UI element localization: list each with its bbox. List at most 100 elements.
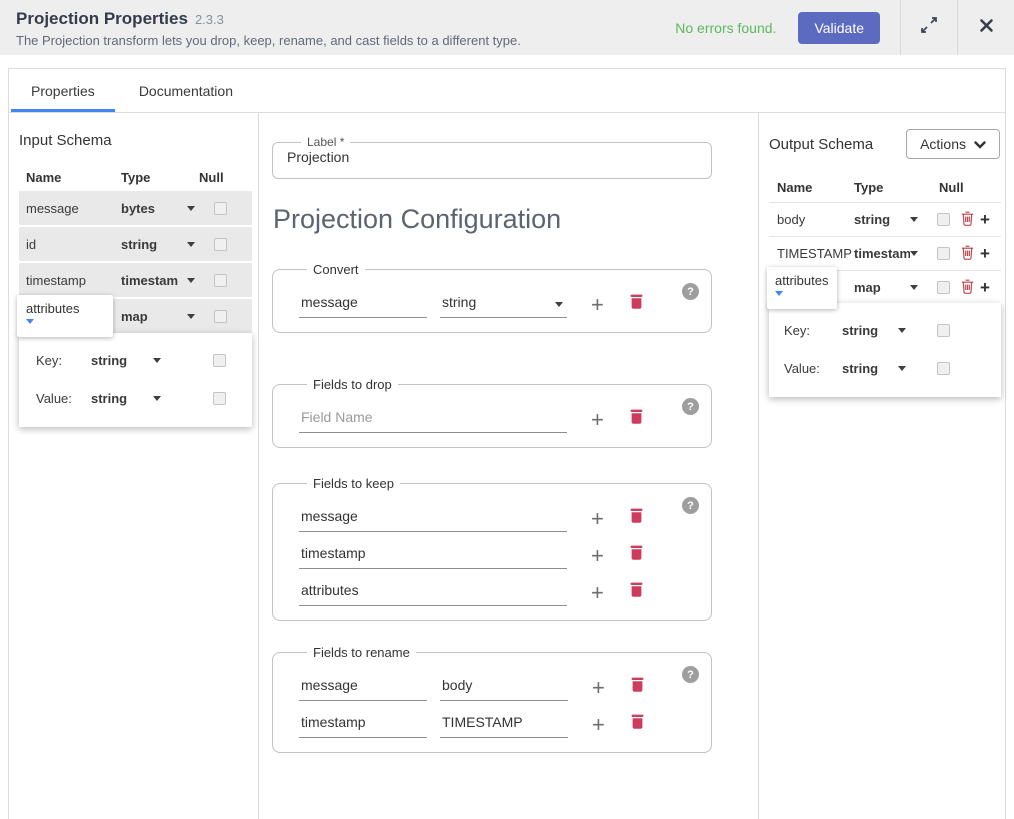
chevron-down-icon[interactable]	[910, 285, 918, 290]
tab-documentation[interactable]: Documentation	[117, 69, 255, 112]
table-row: id string	[19, 227, 252, 261]
delete-row-button[interactable]	[631, 676, 644, 695]
trash-icon	[630, 511, 643, 526]
nullable-checkbox[interactable]	[937, 281, 950, 294]
add-row-button[interactable]: +	[592, 680, 605, 696]
add-field-button[interactable]: +	[980, 213, 990, 227]
keep-field-input[interactable]	[299, 582, 567, 606]
field-name: id	[19, 237, 121, 252]
help-icon[interactable]: ?	[682, 283, 699, 300]
delete-row-button[interactable]	[630, 544, 643, 563]
rename-to-input[interactable]	[440, 714, 568, 738]
keep-field-input[interactable]	[299, 545, 567, 569]
configuration-heading: Projection Configuration	[273, 204, 745, 235]
add-row-button[interactable]: +	[591, 548, 604, 564]
nullable-checkbox[interactable]	[937, 213, 950, 226]
field-name-input[interactable]: body	[769, 212, 854, 227]
output-schema-title: Output Schema	[769, 136, 873, 153]
close-icon	[979, 18, 994, 38]
chevron-down-icon[interactable]	[153, 358, 161, 363]
value-type-select[interactable]: string	[842, 361, 898, 376]
chevron-down-icon[interactable]	[910, 251, 918, 256]
field-name-popover[interactable]: attributes	[767, 267, 837, 309]
type-select[interactable]: string	[854, 212, 910, 227]
input-schema-panel: Input Schema Name Type Null message byte…	[9, 113, 259, 819]
add-row-button[interactable]: +	[591, 585, 604, 601]
chevron-down-icon	[187, 206, 195, 211]
expand-button[interactable]	[900, 0, 957, 55]
type-select[interactable]: timestamp	[121, 273, 199, 288]
table-row: message bytes	[19, 191, 252, 225]
type-select[interactable]: timestamp	[854, 246, 910, 261]
delete-row-button[interactable]	[630, 293, 643, 312]
type-select[interactable]: map	[854, 280, 910, 295]
value-type-select[interactable]: string	[91, 391, 153, 406]
type-select[interactable]: string	[121, 237, 199, 252]
nullable-checkbox[interactable]	[213, 392, 226, 405]
keep-row: +	[299, 507, 699, 532]
help-icon[interactable]: ?	[682, 497, 699, 514]
close-button[interactable]	[957, 0, 1014, 55]
delete-row-button[interactable]	[630, 507, 643, 526]
nullable-checkbox[interactable]	[214, 238, 227, 251]
column-type: Type	[854, 180, 910, 195]
output-schema-panel: Output Schema Actions Name Type Null bod…	[759, 113, 1005, 819]
chevron-down-icon[interactable]	[153, 396, 161, 401]
add-field-button[interactable]: +	[980, 281, 990, 295]
field-name: message	[19, 201, 121, 216]
convert-field-input[interactable]	[299, 294, 427, 318]
field-name-input[interactable]: TIMESTAMP	[769, 246, 854, 261]
delete-field-button[interactable]	[961, 211, 974, 229]
convert-legend: Convert	[307, 262, 365, 277]
validate-button[interactable]: Validate	[798, 12, 880, 44]
trash-icon	[961, 282, 974, 297]
add-row-button[interactable]: +	[591, 511, 604, 527]
delete-row-button[interactable]	[630, 581, 643, 600]
field-name: timestamp	[19, 273, 121, 288]
chevron-down-icon[interactable]	[898, 328, 906, 333]
nullable-checkbox[interactable]	[937, 362, 950, 375]
actions-dropdown-button[interactable]: Actions	[906, 129, 1000, 159]
add-row-button[interactable]: +	[591, 412, 604, 428]
chevron-down-icon[interactable]	[898, 366, 906, 371]
tab-properties[interactable]: Properties	[9, 69, 117, 112]
key-type-select[interactable]: string	[91, 353, 153, 368]
rename-from-input[interactable]	[299, 714, 427, 738]
add-field-button[interactable]: +	[980, 247, 990, 261]
add-row-button[interactable]: +	[591, 297, 604, 313]
delete-field-button[interactable]	[961, 279, 974, 297]
table-row: timestamp timestamp	[19, 263, 252, 297]
add-row-button[interactable]: +	[592, 717, 605, 733]
delete-row-button[interactable]	[631, 713, 644, 732]
help-icon[interactable]: ?	[682, 398, 699, 415]
type-select[interactable]: map	[121, 309, 199, 324]
keep-field-input[interactable]	[299, 508, 567, 532]
input-schema-title: Input Schema	[19, 132, 258, 149]
trash-icon	[630, 412, 643, 427]
nullable-checkbox[interactable]	[214, 202, 227, 215]
fields-to-drop-section: Fields to drop ? +	[272, 377, 712, 448]
nullable-checkbox[interactable]	[214, 310, 227, 323]
collapse-caret-icon[interactable]	[26, 319, 34, 324]
convert-type-select[interactable]: string	[440, 294, 567, 318]
value-label: Value:	[36, 391, 91, 406]
field-name-popover[interactable]: attributes	[17, 295, 113, 337]
chevron-down-icon[interactable]	[910, 217, 918, 222]
convert-row: string +	[299, 293, 699, 318]
delete-row-button[interactable]	[630, 408, 643, 427]
delete-field-button[interactable]	[961, 245, 974, 263]
help-icon[interactable]: ?	[682, 666, 699, 683]
nullable-checkbox[interactable]	[213, 354, 226, 367]
rename-from-input[interactable]	[299, 677, 427, 701]
nullable-checkbox[interactable]	[937, 324, 950, 337]
collapse-caret-icon[interactable]	[775, 291, 783, 296]
rename-to-input[interactable]	[440, 677, 568, 701]
drop-field-input[interactable]	[299, 409, 567, 433]
label-input[interactable]: Projection	[285, 149, 699, 165]
fields-to-drop-legend: Fields to drop	[307, 377, 398, 392]
nullable-checkbox[interactable]	[937, 247, 950, 260]
type-select[interactable]: bytes	[121, 201, 199, 216]
drop-row: +	[299, 408, 699, 433]
key-type-select[interactable]: string	[842, 323, 898, 338]
nullable-checkbox[interactable]	[214, 274, 227, 287]
